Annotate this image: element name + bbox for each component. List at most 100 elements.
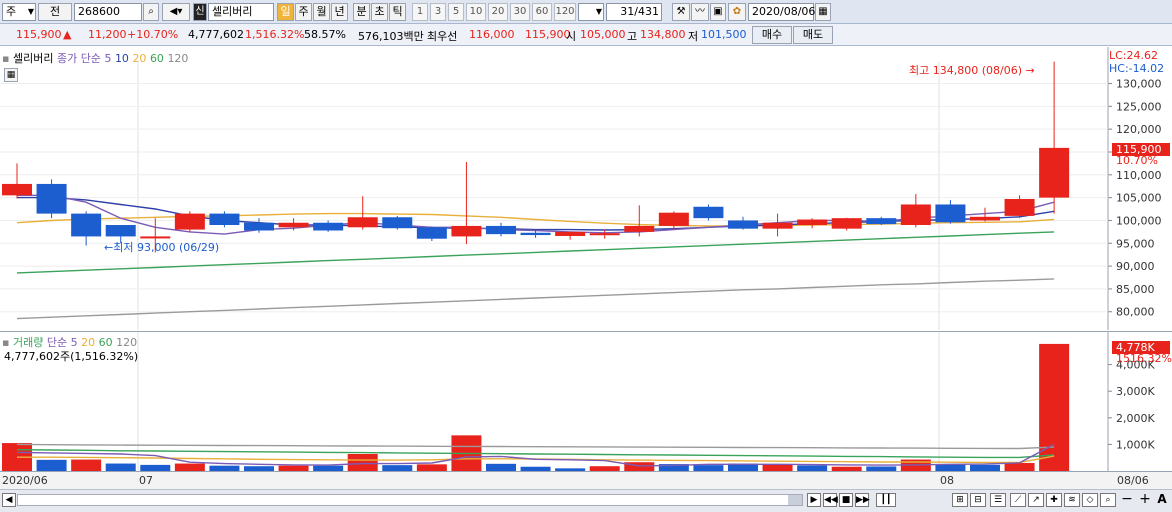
- interval-10[interactable]: 10: [466, 3, 486, 21]
- volume-value: 4,777,602: [188, 28, 244, 41]
- period-minute[interactable]: 분: [353, 3, 370, 21]
- grid-view-icon[interactable]: ⊟: [970, 493, 986, 507]
- candle-body: [313, 222, 344, 231]
- period-day[interactable]: 일: [277, 3, 294, 21]
- speaker-icon[interactable]: ◀▾: [162, 3, 190, 21]
- draw-trend-icon[interactable]: ↗: [1028, 493, 1044, 507]
- market-select[interactable]: 주 ▼: [2, 3, 36, 21]
- price-change: 11,200: [88, 28, 127, 41]
- interval-60[interactable]: 60: [532, 3, 552, 21]
- chevron-down-icon[interactable]: ▼: [28, 4, 34, 20]
- interval-3[interactable]: 3: [430, 3, 446, 21]
- candle-body: [555, 231, 586, 236]
- period-tick[interactable]: 틱: [389, 3, 406, 21]
- price-tick-label: 130,000: [1116, 78, 1162, 91]
- best-label: 최우선: [427, 30, 458, 43]
- candle-body: [209, 213, 240, 226]
- date-input[interactable]: 2020/08/06: [748, 3, 815, 21]
- count-value: 31: [620, 5, 635, 18]
- rewind-icon[interactable]: ◀◀: [823, 493, 838, 507]
- zoom-out-icon[interactable]: −: [1120, 492, 1134, 507]
- low-price: 101,500: [701, 28, 747, 41]
- chart-window: 주 ▼ 전 268600 ⌕ ◀▾ 신 셀리버리 일 주 월 년 분 초 틱 1…: [0, 0, 1172, 512]
- price-pane[interactable]: 80,000 85,000 90,000 95,000 100,000 105,000 11…: [0, 47, 1172, 330]
- best-ask: 116,000: [469, 28, 515, 41]
- candle-body: [1039, 147, 1070, 198]
- volume-chart[interactable]: 1,000K2,000K3,000K4,000K: [0, 332, 1172, 471]
- magnifier-icon[interactable]: ⌕: [143, 3, 159, 21]
- legend-ma20: 20: [132, 52, 147, 65]
- zoom-in-icon[interactable]: +: [1138, 492, 1152, 507]
- calendar-icon[interactable]: ▦: [815, 3, 831, 21]
- volume-bar: [1004, 463, 1035, 471]
- jeon-button[interactable]: 전: [38, 3, 72, 21]
- volume-bar: [71, 459, 102, 471]
- legend-marker-icon: ▪: [2, 52, 10, 65]
- date-label-07: 07: [139, 474, 153, 487]
- sell-button[interactable]: 매도: [793, 26, 833, 44]
- price-tick-label: 100,000: [1116, 214, 1162, 227]
- stop-icon[interactable]: ■: [839, 493, 853, 507]
- candle-body: [485, 225, 516, 235]
- date-label-end: 08/06: [1117, 474, 1149, 487]
- count-total: /431: [634, 5, 659, 18]
- save-icon[interactable]: ▣: [710, 3, 726, 21]
- interval-20[interactable]: 20: [488, 3, 508, 21]
- candle-body: [589, 233, 620, 236]
- interval-5[interactable]: 5: [448, 3, 464, 21]
- candle-body: [36, 183, 67, 214]
- price-tick-label: 110,000: [1116, 169, 1162, 182]
- draw-line-icon[interactable]: ⟋: [1010, 493, 1026, 507]
- best-bid: 115,900: [525, 28, 571, 41]
- volume-bar: [624, 462, 655, 471]
- code-input[interactable]: 268600: [74, 3, 142, 21]
- volume-bar: [416, 464, 447, 471]
- code-value: 268600: [78, 5, 120, 18]
- fast-forward-icon[interactable]: ▶▶: [855, 493, 870, 507]
- draw-fib-icon[interactable]: ≋: [1064, 493, 1080, 507]
- scroll-left-icon[interactable]: ◀: [2, 493, 16, 507]
- price-tick-label: 90,000: [1116, 260, 1155, 273]
- draw-shape-icon[interactable]: ◇: [1082, 493, 1098, 507]
- period-month[interactable]: 월: [313, 3, 330, 21]
- volume-ma60-line: [16, 449, 1055, 459]
- period-second[interactable]: 초: [371, 3, 388, 21]
- line-chart-icon[interactable]: 〰: [691, 3, 709, 21]
- candle-body: [243, 222, 274, 231]
- compress-icon[interactable]: ┃┃: [876, 493, 896, 507]
- grid-icon[interactable]: ▦: [4, 68, 18, 82]
- volume-bar: [174, 463, 205, 471]
- period-year[interactable]: 년: [331, 3, 348, 21]
- chevron-down-icon[interactable]: ▼: [596, 4, 602, 20]
- volume-pane[interactable]: 1,000K 2,000K 3,000K 4,000K ▪ 거래량 단순 5 20 6…: [0, 331, 1172, 471]
- candle-body: [174, 213, 205, 230]
- sin-badge[interactable]: 신: [193, 3, 207, 21]
- count-field[interactable]: 31/431: [606, 3, 662, 21]
- stock-name[interactable]: 셀리버리: [208, 3, 274, 21]
- high-label: 고: [627, 30, 638, 43]
- play-icon[interactable]: ▶: [807, 493, 821, 507]
- price-chart[interactable]: 80,000 85,000 90,000 95,000 100,000 105,000 11…: [0, 47, 1172, 330]
- interval-1[interactable]: 1: [412, 3, 428, 21]
- gear-icon[interactable]: ✿: [728, 3, 746, 21]
- font-size-icon[interactable]: A: [1155, 493, 1169, 507]
- volume-bar: [105, 463, 136, 471]
- candle-body: [2, 183, 32, 196]
- interval-120[interactable]: 120: [554, 3, 576, 21]
- buy-button[interactable]: 매수: [752, 26, 792, 44]
- tool-icon[interactable]: ⚒: [672, 3, 690, 21]
- period-week[interactable]: 주: [295, 3, 312, 21]
- candle-body: [71, 213, 102, 237]
- draw-cross-icon[interactable]: ✚: [1046, 493, 1062, 507]
- split-view-icon[interactable]: ⊞: [952, 493, 968, 507]
- interval-custom[interactable]: ▼: [578, 3, 604, 21]
- magnify-icon[interactable]: ⌕: [1100, 493, 1116, 507]
- scroll-thumb[interactable]: [788, 495, 802, 505]
- lc-label: LC:24.62: [1109, 49, 1159, 62]
- date-label-08: 08: [940, 474, 954, 487]
- interval-30[interactable]: 30: [510, 3, 530, 21]
- scroll-track[interactable]: [17, 494, 803, 506]
- scroll-toolbar: ◀ ▶ ◀◀ ■ ▶▶ ┃┃ ⊞ ⊟ ☰ ⟋ ↗ ✚ ≋ ◇ ⌕ − + A: [0, 489, 1172, 512]
- list-view-icon[interactable]: ☰: [990, 493, 1006, 507]
- price-change-pct: +10.70%: [127, 28, 179, 41]
